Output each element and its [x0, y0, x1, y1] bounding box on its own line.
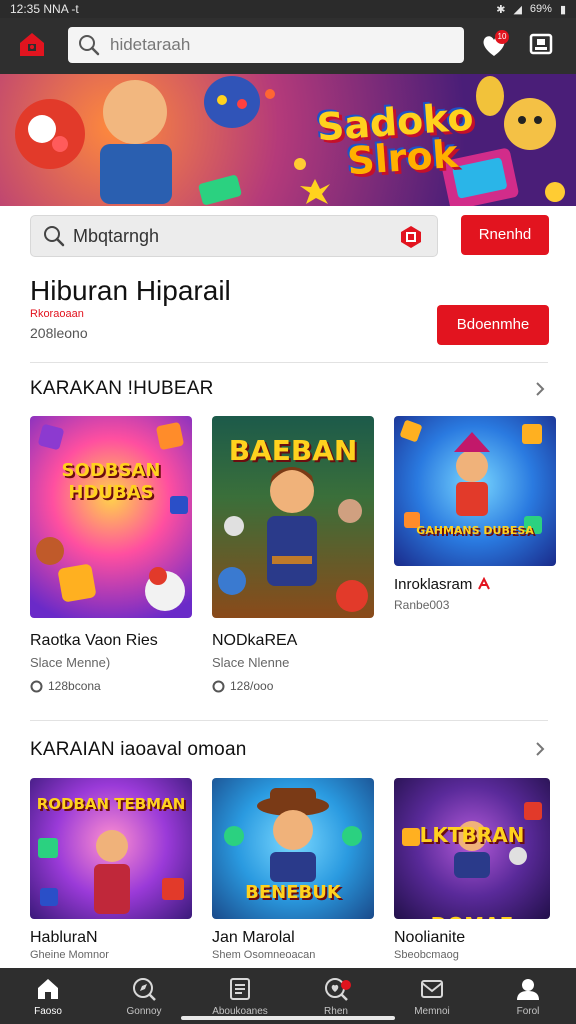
top-search-placeholder: hidetaraah [110, 35, 191, 54]
nav-label: Memnoi [414, 1006, 450, 1017]
home-icon [38, 979, 58, 999]
game-thumbnail-title: SODBSAN HDUBAS [61, 460, 161, 503]
game-title: HabluraN [30, 929, 98, 946]
nav-label: Forol [516, 1006, 540, 1017]
status-bar: 12:35 NNA -t ✱ ◢ 69% ▮ [0, 0, 576, 18]
chevron-right-icon[interactable] [532, 381, 548, 397]
game-thumbnail-title: RODBAN TEBMAN [36, 795, 186, 813]
battery-level: 69% [529, 3, 552, 15]
game-subtitle: Sbeobcmaog [394, 949, 459, 961]
favorites-button[interactable]: 10 [479, 30, 509, 60]
page-subtitle-tag: Rkoraoaan [30, 308, 84, 320]
game-meta: 128bcona [30, 679, 101, 693]
status-time: 12:35 NNA -t [10, 2, 79, 16]
page-title: Hiburan Hiparail [30, 275, 231, 306]
list-icon [230, 978, 250, 1000]
game-meta-count: 128bcona [48, 679, 101, 693]
page-subtitle-count: 208leono [30, 325, 88, 341]
search-action-button[interactable]: Rnenhd [461, 215, 549, 255]
game-thumbnail-title-text: LKTBRAN DOMAE [419, 823, 525, 919]
game-title: Jan Marolal [212, 929, 295, 946]
game-card[interactable]: GAHMANS DUBESA Inroklasram Ranbe003 [394, 416, 556, 616]
game-subtitle: Gheine Momnor [30, 949, 109, 961]
game-subtitle: Slace Menne) [30, 655, 111, 670]
game-artwork [400, 420, 542, 534]
game-subtitle: Shem Osomneoacan [212, 949, 316, 961]
chevron-right-icon[interactable] [532, 741, 548, 757]
game-thumbnail: BENEBUK [212, 778, 374, 919]
trending-icon [477, 576, 490, 590]
subscribe-button[interactable]: Bdoenmhe [437, 305, 549, 345]
game-thumbnail: BAEBAN [212, 416, 374, 618]
top-search-field[interactable]: hidetaraah [68, 27, 464, 63]
game-title-text: Inroklasram [394, 576, 473, 593]
nav-item-explore[interactable]: Gonnoy [96, 968, 192, 1024]
game-title: NODkaREA [212, 632, 298, 649]
game-thumbnail: SODBSAN HDUBAS [30, 416, 192, 618]
game-meta: 128/ooo [212, 679, 273, 693]
content-search-field[interactable]: Mbqtarngh [30, 215, 438, 257]
game-meta-count: 128/ooo [230, 679, 274, 693]
section-divider [30, 720, 548, 721]
game-title: Inroklasram [394, 576, 491, 593]
battery-icon: ▮ [559, 3, 566, 16]
scan-icon[interactable] [399, 225, 423, 249]
game-subtitle: Slace Nlenne [212, 655, 290, 670]
banner-title: Sadoko Slrok [315, 95, 477, 184]
banner-artwork [15, 76, 565, 206]
explore-icon [133, 978, 156, 1001]
player-count-icon [212, 680, 225, 692]
game-thumbnail: GAHMANS DUBESA [394, 416, 556, 566]
game-card[interactable]: RODBAN TEBMAN HabluraN Gheine Momnor [30, 778, 192, 964]
game-thumbnail-title: LKTBRAN DOMAE [394, 790, 550, 919]
game-title: Noolianite [394, 929, 466, 946]
nav-notification-dot [341, 980, 351, 990]
banner-title-line2: Slrok [345, 131, 460, 184]
nav-item-inbox[interactable]: Memnoi [384, 968, 480, 1024]
search-icon [44, 226, 65, 247]
game-card[interactable]: BENEBUK Jan Marolal Shem Osomneoacan [212, 778, 374, 964]
account-switch-button[interactable] [528, 30, 556, 58]
bluetooth-icon: ✱ [496, 3, 506, 16]
game-thumbnail-title: GAHMANS DUBESA [416, 524, 534, 537]
section-title[interactable]: KARAIAN iaoaval omoan [30, 739, 246, 761]
home-indicator[interactable] [181, 1016, 395, 1020]
player-count-icon [30, 680, 43, 692]
account-box-icon [529, 33, 553, 55]
game-thumbnail: LKTBRAN DOMAE [394, 778, 550, 919]
section-divider [30, 362, 548, 363]
home-button[interactable] [17, 29, 47, 59]
search-icon [79, 35, 100, 56]
game-thumbnail: RODBAN TEBMAN [30, 778, 192, 919]
notification-badge: 10 [495, 30, 509, 44]
game-subtitle: Ranbe003 [394, 598, 450, 612]
game-card[interactable]: LKTBRAN DOMAE Noolianite Sbeobcmaog [394, 778, 556, 964]
promo-banner[interactable]: Sadoko Slrok [0, 74, 576, 206]
game-title: Raotka Vaon Ries [30, 632, 158, 649]
inbox-icon [421, 980, 443, 998]
nav-item-profile[interactable]: Forol [480, 968, 576, 1024]
house-icon [20, 33, 44, 56]
nav-label: Faoso [34, 1006, 62, 1017]
game-thumbnail-title: BAEBAN [228, 434, 358, 467]
section-title[interactable]: KARAKAN !HUBEAR [30, 378, 214, 400]
game-artwork [36, 422, 188, 611]
nav-label: Gonnoy [126, 1006, 162, 1017]
game-thumbnail-title: BENEBUK [245, 882, 341, 903]
wifi-icon: ◢ [513, 3, 522, 16]
nav-item-home[interactable]: Faoso [0, 968, 96, 1024]
profile-icon [517, 979, 539, 1000]
top-app-bar: hidetaraah 10 [0, 18, 576, 74]
game-card[interactable]: BAEBAN NODkaREA Slace Nlenne 128/ooo [212, 416, 374, 698]
content-search-placeholder: Mbqtarngh [73, 225, 160, 246]
game-card[interactable]: SODBSAN HDUBAS Raotka Vaon Ries Slace Me… [30, 416, 192, 698]
